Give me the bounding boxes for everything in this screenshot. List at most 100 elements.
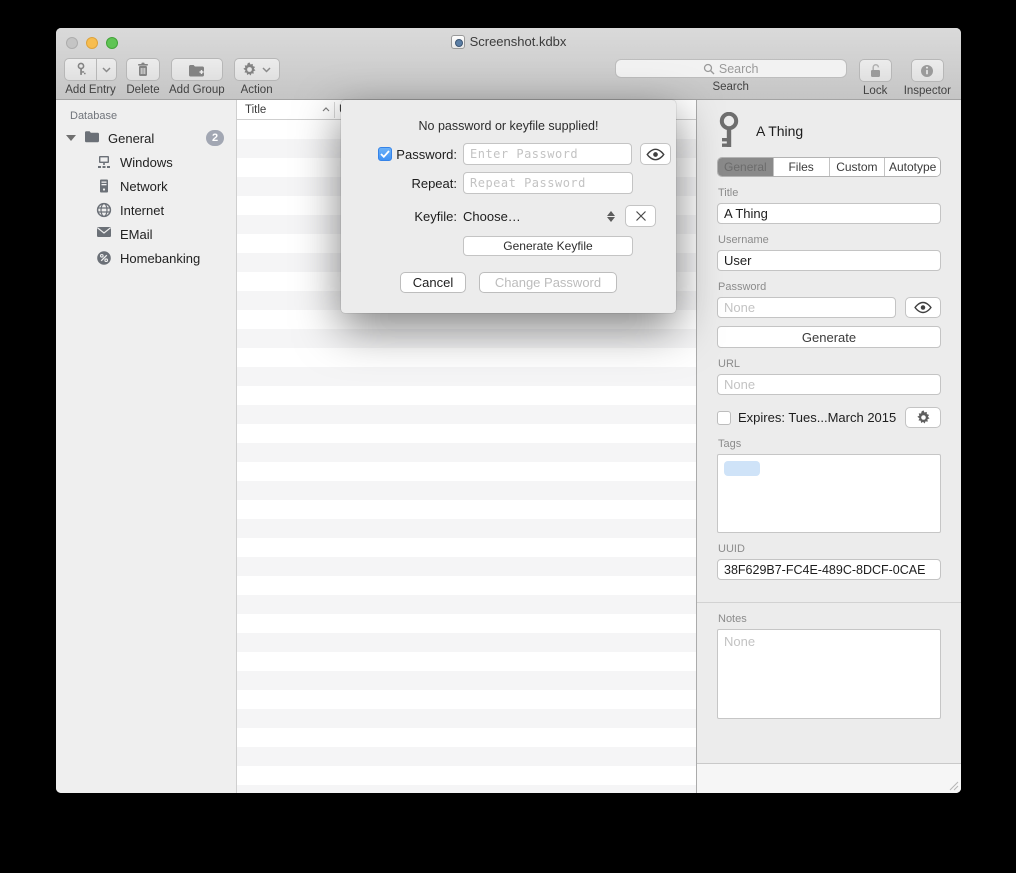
action-toolbar-item: Action [234,58,280,96]
dialog-reveal-password-button[interactable] [640,143,671,165]
lock-toolbar-item: Lock [859,59,892,97]
notes-field[interactable] [717,629,941,719]
search-input[interactable]: Search [615,59,847,78]
title-field[interactable] [717,203,941,224]
clear-keyfile-button[interactable] [625,205,656,227]
password-field-label: Password [718,281,941,293]
trash-icon [136,62,150,77]
inspector-panel: A Thing General Files Custom Autotype Ti… [696,100,961,793]
window-header: Screenshot.kdbx Add Entry [56,28,961,100]
dialog-repeat-input[interactable] [463,172,633,194]
table-row[interactable] [237,386,696,405]
table-row[interactable] [237,462,696,481]
generate-password-button[interactable]: Generate [717,326,941,348]
tab-custom[interactable]: Custom [830,158,886,176]
table-row[interactable] [237,557,696,576]
tab-general[interactable]: General [718,158,774,176]
folder-plus-icon [188,63,205,77]
sidebar-item-label: General [108,131,154,146]
table-row[interactable] [237,443,696,462]
tag-token[interactable] [724,461,760,476]
inspector-toolbar-item: Inspector [904,59,951,97]
dialog-password-input[interactable] [463,143,632,165]
table-row[interactable] [237,690,696,709]
password-field[interactable] [717,297,896,318]
table-row[interactable] [237,481,696,500]
document-icon [451,35,465,49]
key-plus-icon [73,62,89,78]
inspector-label: Inspector [904,85,951,97]
expires-settings-button[interactable] [905,407,941,428]
lock-button[interactable] [859,59,892,82]
inspector-button[interactable] [911,59,944,82]
tab-files[interactable]: Files [774,158,830,176]
close-x-icon [635,210,647,222]
url-field[interactable] [717,374,941,395]
table-row[interactable] [237,538,696,557]
table-row[interactable] [237,671,696,690]
table-row[interactable] [237,348,696,367]
dialog-repeat-label: Repeat: [411,176,457,191]
eye-icon [645,148,666,161]
table-row[interactable] [237,329,696,348]
table-row[interactable] [237,367,696,386]
table-row[interactable] [237,709,696,728]
table-row[interactable] [237,766,696,785]
eye-icon [913,301,933,314]
reveal-password-button[interactable] [905,297,941,318]
gear-icon [916,410,931,425]
entry-count-badge: 2 [206,130,224,146]
chevron-down-icon [102,67,111,73]
sidebar-item-internet[interactable]: Internet [56,198,236,222]
sidebar-item-windows[interactable]: Windows [56,150,236,174]
delete-button[interactable] [126,58,160,81]
entry-title: A Thing [756,123,803,139]
expires-checkbox[interactable] [717,411,731,425]
cancel-button[interactable]: Cancel [400,272,466,293]
window-title: Screenshot.kdbx [470,34,567,49]
sidebar-item-homebanking[interactable]: Homebanking [56,246,236,270]
table-row[interactable] [237,500,696,519]
table-row[interactable] [237,424,696,443]
add-entry-button[interactable] [64,58,97,81]
resize-grip[interactable] [949,781,959,791]
keyfile-dropdown[interactable]: Choose… [463,209,617,224]
server-icon [96,178,112,194]
title-field-label: Title [718,187,941,199]
action-button[interactable] [234,58,280,81]
table-row[interactable] [237,633,696,652]
username-field[interactable] [717,250,941,271]
sidebar-item-network[interactable]: Network [56,174,236,198]
add-group-button[interactable] [171,58,223,81]
tab-autotype[interactable]: Autotype [885,158,940,176]
table-row[interactable] [237,728,696,747]
dialog-message: No password or keyfile supplied! [341,119,676,133]
password-checkbox[interactable] [378,147,392,161]
table-row[interactable] [237,652,696,671]
table-row[interactable] [237,614,696,633]
table-row[interactable] [237,747,696,766]
table-row[interactable] [237,519,696,538]
uuid-field[interactable] [717,559,941,580]
generate-keyfile-button[interactable]: Generate Keyfile [463,236,633,256]
search-icon [703,63,715,75]
dialog-password-label: Password: [396,147,457,162]
folder-icon [84,130,100,146]
sidebar-item-label: Windows [120,155,173,170]
change-password-button[interactable]: Change Password [479,272,617,293]
inspector-tabs: General Files Custom Autotype [717,157,941,177]
keyfile-dropdown-value: Choose… [463,209,521,224]
add-entry-dropdown-button[interactable] [97,58,117,81]
table-row[interactable] [237,405,696,424]
table-row[interactable] [237,785,696,793]
table-row[interactable] [237,576,696,595]
lock-label: Lock [863,85,887,97]
sidebar-item-general[interactable]: General 2 [56,126,236,150]
tags-field-label: Tags [718,438,941,450]
disclosure-triangle-icon[interactable] [66,135,76,141]
table-row[interactable] [237,595,696,614]
sidebar-section-header: Database [56,108,236,126]
sidebar-item-email[interactable]: EMail [56,222,236,246]
tags-field[interactable] [717,454,941,533]
column-header-title[interactable]: Title [237,104,334,116]
